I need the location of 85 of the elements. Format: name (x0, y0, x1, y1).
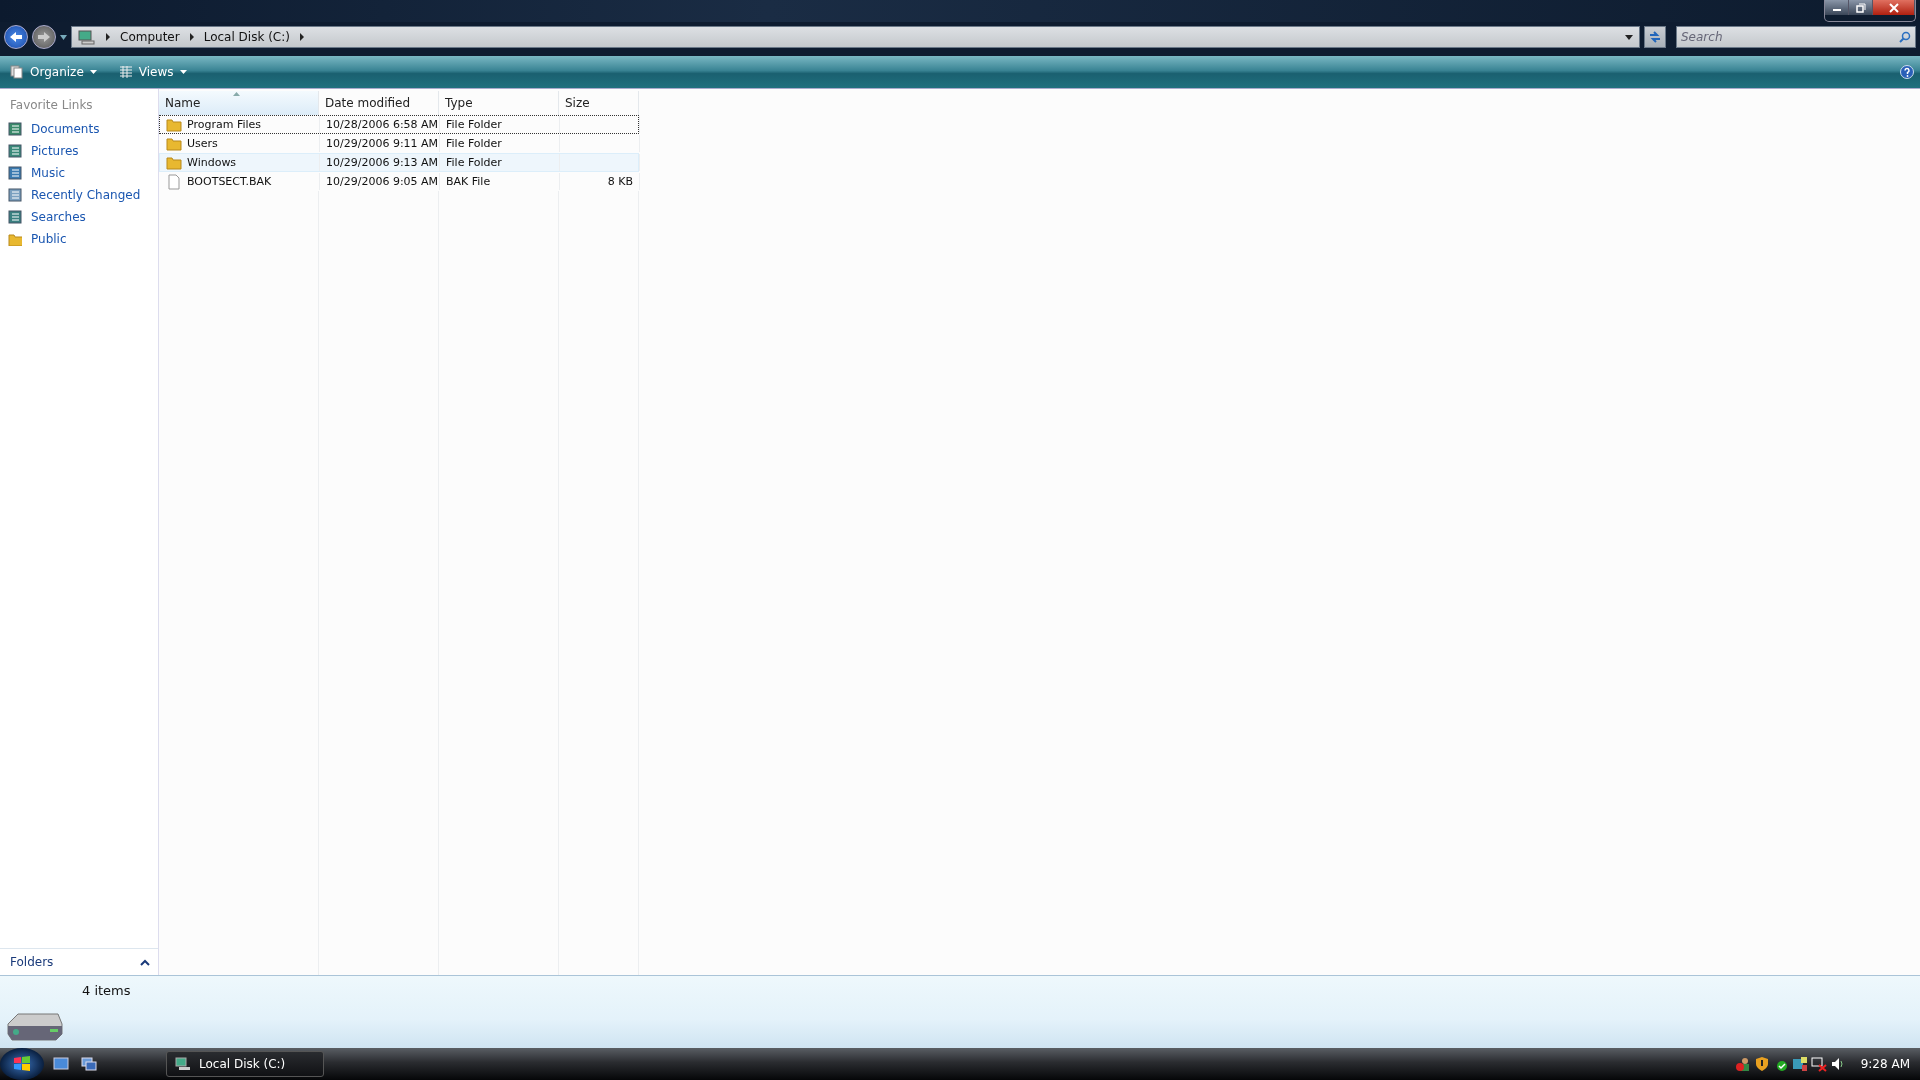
refresh-arrows-icon (1648, 30, 1662, 44)
document-icon (8, 188, 22, 202)
date-modified: 10/29/2006 9:13 AM (326, 156, 439, 169)
caret-icon (179, 70, 187, 74)
help-icon (1900, 65, 1914, 79)
network-error-icon[interactable] (1810, 1056, 1827, 1072)
caret-icon[interactable] (60, 34, 67, 40)
file-row[interactable]: Users 10/29/2006 9:11 AM File Folder (159, 134, 639, 153)
desktop-icon (53, 1057, 69, 1071)
folder-icon (166, 136, 182, 151)
favorite-link[interactable]: Music (0, 162, 158, 184)
column-header[interactable]: Size (559, 91, 639, 115)
item-count: 4 items (82, 983, 131, 998)
shield-icon[interactable] (1753, 1056, 1770, 1072)
folder-icon (166, 155, 182, 170)
windows-logo-icon (12, 1054, 32, 1074)
forward-arrow-icon (37, 31, 51, 43)
file-name: Windows (187, 156, 237, 169)
start-button[interactable] (0, 1048, 44, 1080)
speaker-icon[interactable] (1829, 1056, 1846, 1072)
back-button[interactable] (4, 25, 28, 49)
favorite-link[interactable]: Searches (0, 206, 158, 228)
chevron-icon (187, 33, 196, 41)
close-button[interactable] (1873, 0, 1915, 15)
date-modified: 10/29/2006 9:11 AM (326, 137, 439, 150)
close-icon (1888, 2, 1899, 13)
section-heading: Favorite Links (9, 97, 94, 114)
caret-icon (89, 70, 97, 74)
date-modified: 10/29/2006 9:05 AM (326, 175, 439, 188)
taskbar-window-button[interactable]: Local Disk (C:) (166, 1051, 324, 1077)
forward-button[interactable] (32, 25, 56, 49)
favorite-link[interactable]: Public (0, 228, 158, 250)
sort-arrow-icon (233, 92, 240, 96)
switch-windows-button[interactable] (78, 1057, 100, 1071)
grid-icon (118, 66, 133, 78)
chevron-icon (297, 33, 306, 41)
user-warning-icon[interactable] (1734, 1056, 1751, 1072)
organize-button[interactable]: Organize (6, 60, 101, 84)
document-icon (8, 166, 22, 180)
search-field[interactable]: Search (1676, 26, 1916, 48)
document-icon (8, 122, 22, 136)
favorite-link[interactable]: Recently Changed (0, 184, 158, 206)
computer-icon (78, 29, 96, 45)
document-icon (8, 210, 22, 224)
clock[interactable]: 9:28 AM (1860, 1057, 1910, 1071)
column-header[interactable]: Date modified (319, 91, 439, 115)
file-name: Users (187, 137, 218, 150)
file-name: BOOTSECT.BAK (187, 175, 272, 188)
date-modified: 10/28/2006 6:58 AM (326, 118, 439, 131)
folder-icon (166, 117, 182, 132)
folder-icon (8, 232, 22, 246)
breadcrumb[interactable]: Local Disk (C:) (203, 30, 290, 44)
help-button[interactable] (1900, 65, 1914, 79)
favorite-link[interactable]: Documents (0, 118, 158, 140)
tiles-icon[interactable] (1791, 1056, 1808, 1072)
document-icon (8, 144, 22, 158)
restore-icon (1855, 2, 1866, 13)
file-row[interactable]: Program Files 10/28/2006 6:58 AM File Folder (159, 115, 639, 134)
windows-stack-icon (81, 1057, 97, 1071)
chevron-icon (104, 33, 112, 41)
file-row[interactable]: Windows 10/29/2006 9:13 AM File Folder (159, 153, 639, 172)
file-type: File Folder (446, 156, 502, 169)
favorite-link[interactable]: Pictures (0, 140, 158, 162)
refresh-button[interactable] (1644, 26, 1666, 48)
breadcrumb[interactable]: Computer (120, 30, 180, 44)
file-name: Program Files (187, 118, 262, 131)
dropdown-icon[interactable] (1625, 34, 1633, 40)
file-type: BAK File (446, 175, 491, 188)
minimize-button[interactable] (1825, 0, 1849, 15)
back-arrow-icon (9, 31, 23, 43)
chevron-up-icon (140, 958, 150, 966)
file-row[interactable]: BOOTSECT.BAK 10/29/2006 9:05 AM BAK File 8 KB (159, 172, 639, 191)
file-size: 8 KB (607, 175, 633, 188)
address-bar[interactable]: Computer Local Disk (C:) (71, 26, 1640, 48)
file-icon (166, 173, 182, 190)
pages-icon (10, 65, 24, 79)
search-icon (1899, 31, 1911, 43)
column-header[interactable]: Name (159, 91, 319, 115)
views-button[interactable]: Views (114, 60, 191, 84)
file-type: File Folder (446, 137, 502, 150)
file-type: File Folder (446, 118, 502, 131)
show-desktop-button[interactable] (50, 1057, 72, 1071)
restore-button[interactable] (1849, 0, 1873, 15)
column-header[interactable]: Type (439, 91, 559, 115)
computer-icon (175, 1057, 191, 1071)
